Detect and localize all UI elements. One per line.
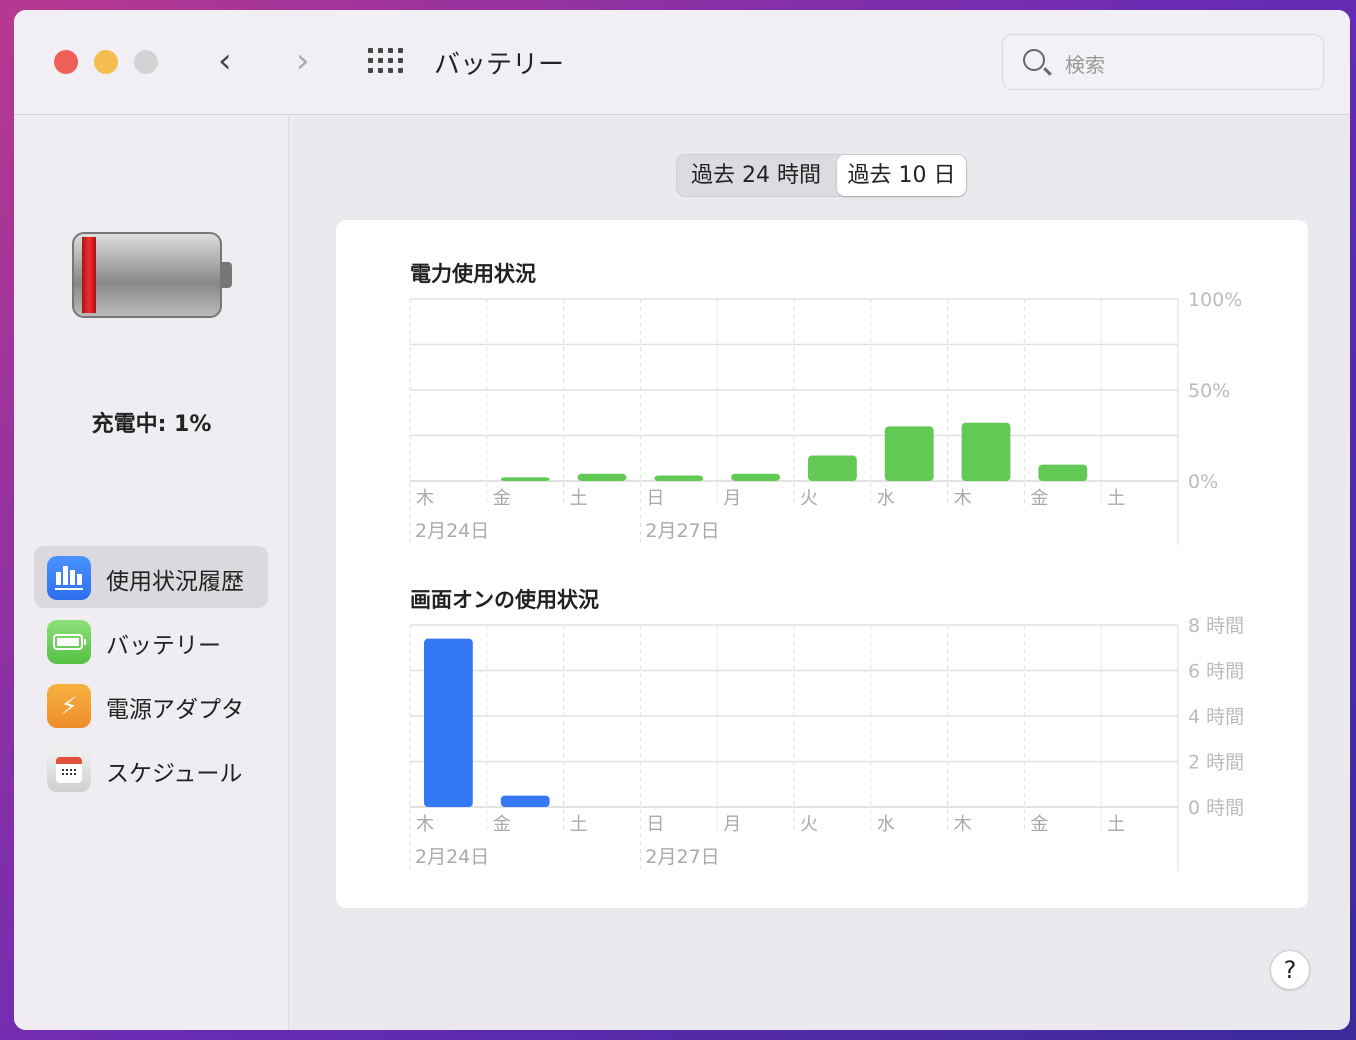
bar (1038, 464, 1088, 481)
screen-on-usage-title: 画面オンの使用状況 (410, 588, 599, 612)
y-tick-label: 8 時間 (1188, 616, 1244, 637)
x-tick-label: 火 (800, 488, 818, 509)
date-label: 2月27日 (645, 846, 719, 868)
sidebar-item-label: 使用状況履歴 (106, 569, 244, 595)
y-tick-label: 100% (1188, 290, 1242, 311)
x-tick-label: 金 (1030, 488, 1048, 509)
bar (731, 473, 780, 481)
x-tick-label: 木 (416, 814, 434, 835)
battery-icon (47, 620, 91, 664)
y-tick-label: 0% (1188, 471, 1218, 493)
tab-last-24-hours[interactable]: 過去 24 時間 (677, 155, 835, 196)
search-placeholder: 検索 (1065, 53, 1105, 77)
sidebar-item-schedule[interactable]: スケジュール (34, 738, 268, 800)
minimize-button[interactable] (94, 50, 118, 74)
bar (500, 795, 550, 807)
bar (577, 473, 627, 481)
charge-status: 充電中: 1% (91, 412, 212, 437)
x-tick-label: 月 (723, 488, 741, 509)
x-tick-label: 金 (493, 814, 511, 835)
x-tick-label: 木 (954, 488, 972, 509)
sidebar-item-label: 電源アダプタ (106, 697, 244, 723)
x-tick-label: 月 (723, 814, 741, 835)
screen-on-usage-chart: 8 時間 6 時間 4 時間 2 時間 0 時間木 金 土 日 月 火 水 木 金 土 2月24日 2月27日 (409, 616, 1244, 871)
search-icon (1023, 49, 1045, 71)
bar (500, 477, 550, 481)
x-tick-label: 土 (570, 488, 588, 509)
bar (808, 455, 857, 481)
x-tick-label: 水 (877, 488, 895, 509)
sidebar: 充電中: 1% 使用状況履歴 バッテリー ⚡ 電源アダプタ スケジュール (14, 116, 289, 1030)
x-tick-label: 金 (493, 488, 511, 509)
back-chevron-icon[interactable]: ‹ (218, 44, 232, 78)
x-tick-label: 金 (1030, 814, 1048, 835)
help-button[interactable]: ? (1270, 950, 1310, 990)
sidebar-item-label: スケジュール (106, 761, 243, 787)
bar (961, 422, 1011, 481)
x-tick-label: 日 (646, 488, 664, 509)
titlebar: ‹ › バッテリー 検索 (14, 10, 1350, 115)
sidebar-item-battery[interactable]: バッテリー (34, 610, 268, 672)
sidebar-item-power-adapter[interactable]: ⚡ 電源アダプタ (34, 674, 268, 736)
close-button[interactable] (54, 50, 78, 74)
y-tick-label: 6 時間 (1188, 661, 1244, 683)
x-tick-label: 木 (954, 814, 972, 835)
x-tick-label: 土 (1107, 488, 1125, 509)
zoom-button[interactable] (134, 50, 158, 74)
sidebar-item-label: バッテリー (106, 633, 221, 659)
x-tick-label: 水 (877, 814, 895, 835)
bar (884, 426, 934, 481)
calendar-icon (47, 748, 91, 792)
y-tick-label: 50% (1188, 380, 1230, 402)
forward-chevron-icon[interactable]: › (296, 44, 310, 78)
x-tick-label: 火 (800, 814, 818, 835)
bar (424, 638, 473, 807)
show-all-grid-icon[interactable] (368, 48, 404, 74)
bar-chart-icon (47, 556, 91, 600)
search-input[interactable]: 検索 (1002, 34, 1324, 90)
y-tick-label: 0 時間 (1188, 797, 1244, 819)
y-tick-label: 2 時間 (1188, 752, 1244, 774)
y-tick-label: 4 時間 (1188, 706, 1244, 728)
x-tick-label: 土 (1107, 814, 1125, 835)
date-label: 2月24日 (415, 520, 489, 542)
x-tick-label: 土 (570, 814, 588, 835)
battery-level-icon (72, 232, 232, 318)
x-tick-label: 日 (646, 814, 664, 835)
tab-last-10-days[interactable]: 過去 10 日 (837, 155, 966, 196)
x-tick-label: 木 (416, 488, 434, 509)
bolt-icon: ⚡ (47, 684, 91, 728)
energy-usage-title: 電力使用状況 (410, 262, 536, 286)
date-label: 2月27日 (645, 520, 719, 542)
time-range-segmented-control: 過去 24 時間 過去 10 日 (676, 154, 967, 197)
bar (654, 475, 704, 481)
sidebar-item-usage-history[interactable]: 使用状況履歴 (34, 546, 268, 608)
window-title: バッテリー (434, 50, 565, 80)
date-label: 2月24日 (415, 846, 489, 868)
usage-card: 電力使用状況 100% 50% 0% 木金土日月火水木金土 2月24日 2月27日 画面オ… (336, 220, 1308, 908)
window: ‹ › バッテリー 検索 充電中: 1% 使用状況履歴 バッテリー ⚡ 電源アダ… (14, 10, 1350, 1030)
energy-usage-chart: 100% 50% 0% 木 金 土 日 月 火 水 木 金 土 2月24日 2月27日 (409, 290, 1242, 545)
